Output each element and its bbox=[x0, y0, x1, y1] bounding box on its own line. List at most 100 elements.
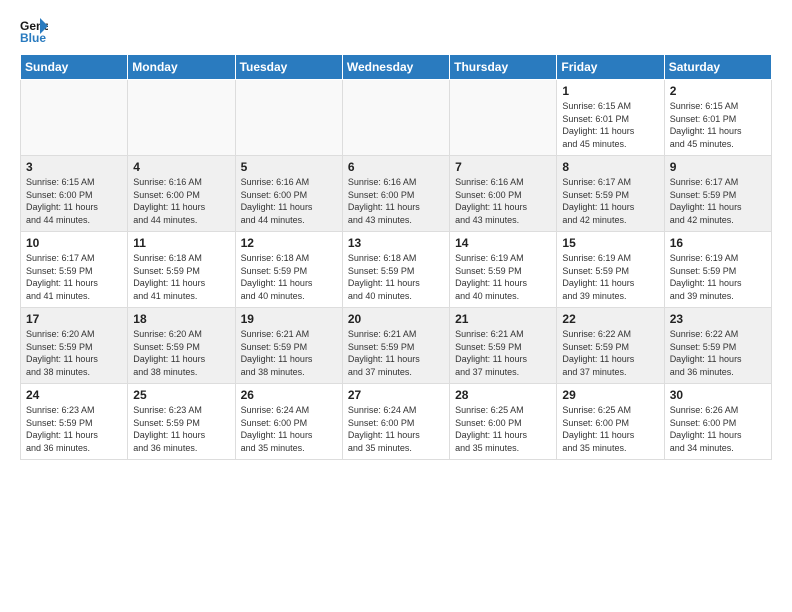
col-header-saturday: Saturday bbox=[664, 55, 771, 80]
day-info: Sunrise: 6:15 AM Sunset: 6:01 PM Dayligh… bbox=[562, 100, 658, 150]
day-cell: 10Sunrise: 6:17 AM Sunset: 5:59 PM Dayli… bbox=[21, 232, 128, 308]
calendar-header-row: SundayMondayTuesdayWednesdayThursdayFrid… bbox=[21, 55, 772, 80]
day-number: 8 bbox=[562, 160, 658, 174]
day-number: 20 bbox=[348, 312, 444, 326]
day-number: 23 bbox=[670, 312, 766, 326]
day-info: Sunrise: 6:17 AM Sunset: 5:59 PM Dayligh… bbox=[670, 176, 766, 226]
day-info: Sunrise: 6:23 AM Sunset: 5:59 PM Dayligh… bbox=[133, 404, 229, 454]
day-cell: 14 Sunrise: 6:19 AM Sunset: 5:59 PM Dayli… bbox=[450, 232, 557, 308]
day-cell: 23 Sunrise: 6:22 AM Sunset: 5:59 PM Dayli… bbox=[664, 308, 771, 384]
week-row-3: 10Sunrise: 6:17 AM Sunset: 5:59 PM Dayli… bbox=[21, 232, 772, 308]
week-row-5: 24 Sunrise: 6:23 AM Sunset: 5:59 PM Dayli… bbox=[21, 384, 772, 460]
day-cell: 9 Sunrise: 6:17 AM Sunset: 5:59 PM Daylig… bbox=[664, 156, 771, 232]
day-cell: 21Sunrise: 6:21 AM Sunset: 5:59 PM Dayli… bbox=[450, 308, 557, 384]
day-info: Sunrise: 6:18 AM Sunset: 5:59 PM Dayligh… bbox=[133, 252, 229, 302]
day-cell: 5 Sunrise: 6:16 AM Sunset: 6:00 PM Daylig… bbox=[235, 156, 342, 232]
week-row-1: 1 Sunrise: 6:15 AM Sunset: 6:01 PM Daylig… bbox=[21, 80, 772, 156]
day-info: Sunrise: 6:23 AM Sunset: 5:59 PM Dayligh… bbox=[26, 404, 122, 454]
col-header-thursday: Thursday bbox=[450, 55, 557, 80]
day-info: Sunrise: 6:26 AM Sunset: 6:00 PM Dayligh… bbox=[670, 404, 766, 454]
day-cell: 20 Sunrise: 6:21 AM Sunset: 5:59 PM Dayli… bbox=[342, 308, 449, 384]
day-number: 6 bbox=[348, 160, 444, 174]
week-row-4: 17 Sunrise: 6:20 AM Sunset: 5:59 PM Dayli… bbox=[21, 308, 772, 384]
day-cell: 27 Sunrise: 6:24 AM Sunset: 6:00 PM Dayli… bbox=[342, 384, 449, 460]
day-number: 17 bbox=[26, 312, 122, 326]
day-cell: 11 Sunrise: 6:18 AM Sunset: 5:59 PM Dayli… bbox=[128, 232, 235, 308]
header: General Blue bbox=[20, 16, 772, 44]
day-number: 9 bbox=[670, 160, 766, 174]
day-info: Sunrise: 6:24 AM Sunset: 6:00 PM Dayligh… bbox=[241, 404, 337, 454]
day-info: Sunrise: 6:21 AM Sunset: 5:59 PM Dayligh… bbox=[241, 328, 337, 378]
day-number: 16 bbox=[670, 236, 766, 250]
day-number: 26 bbox=[241, 388, 337, 402]
logo: General Blue bbox=[20, 16, 52, 44]
day-info: Sunrise: 6:25 AM Sunset: 6:00 PM Dayligh… bbox=[455, 404, 551, 454]
calendar-body: 1 Sunrise: 6:15 AM Sunset: 6:01 PM Daylig… bbox=[21, 80, 772, 460]
day-info: Sunrise: 6:16 AM Sunset: 6:00 PM Dayligh… bbox=[348, 176, 444, 226]
day-number: 15 bbox=[562, 236, 658, 250]
day-cell: 28 Sunrise: 6:25 AM Sunset: 6:00 PM Dayli… bbox=[450, 384, 557, 460]
day-cell: 22 Sunrise: 6:22 AM Sunset: 5:59 PM Dayli… bbox=[557, 308, 664, 384]
day-info: Sunrise: 6:21 AM Sunset: 5:59 PM Dayligh… bbox=[348, 328, 444, 378]
day-number: 27 bbox=[348, 388, 444, 402]
day-info: Sunrise: 6:24 AM Sunset: 6:00 PM Dayligh… bbox=[348, 404, 444, 454]
day-info: Sunrise: 6:18 AM Sunset: 5:59 PM Dayligh… bbox=[348, 252, 444, 302]
col-header-friday: Friday bbox=[557, 55, 664, 80]
calendar-table: SundayMondayTuesdayWednesdayThursdayFrid… bbox=[20, 54, 772, 460]
day-cell: 7 Sunrise: 6:16 AM Sunset: 6:00 PM Daylig… bbox=[450, 156, 557, 232]
day-cell bbox=[235, 80, 342, 156]
day-info: Sunrise: 6:21 AM Sunset: 5:59 PM Dayligh… bbox=[455, 328, 551, 378]
day-number: 14 bbox=[455, 236, 551, 250]
day-number: 18 bbox=[133, 312, 229, 326]
day-info: Sunrise: 6:22 AM Sunset: 5:59 PM Dayligh… bbox=[562, 328, 658, 378]
day-info: Sunrise: 6:19 AM Sunset: 5:59 PM Dayligh… bbox=[562, 252, 658, 302]
day-cell: 2 Sunrise: 6:15 AM Sunset: 6:01 PM Daylig… bbox=[664, 80, 771, 156]
day-number: 11 bbox=[133, 236, 229, 250]
day-cell: 25 Sunrise: 6:23 AM Sunset: 5:59 PM Dayli… bbox=[128, 384, 235, 460]
day-number: 5 bbox=[241, 160, 337, 174]
logo-icon: General Blue bbox=[20, 16, 48, 44]
day-info: Sunrise: 6:20 AM Sunset: 5:59 PM Dayligh… bbox=[133, 328, 229, 378]
col-header-monday: Monday bbox=[128, 55, 235, 80]
day-cell: 17 Sunrise: 6:20 AM Sunset: 5:59 PM Dayli… bbox=[21, 308, 128, 384]
day-number: 29 bbox=[562, 388, 658, 402]
day-number: 25 bbox=[133, 388, 229, 402]
day-cell: 4Sunrise: 6:16 AM Sunset: 6:00 PM Daylig… bbox=[128, 156, 235, 232]
day-info: Sunrise: 6:15 AM Sunset: 6:00 PM Dayligh… bbox=[26, 176, 122, 226]
day-number: 19 bbox=[241, 312, 337, 326]
day-info: Sunrise: 6:17 AM Sunset: 5:59 PM Dayligh… bbox=[562, 176, 658, 226]
day-number: 28 bbox=[455, 388, 551, 402]
day-info: Sunrise: 6:22 AM Sunset: 5:59 PM Dayligh… bbox=[670, 328, 766, 378]
day-info: Sunrise: 6:19 AM Sunset: 5:59 PM Dayligh… bbox=[455, 252, 551, 302]
page: General Blue SundayMondayTuesdayWednesda… bbox=[0, 0, 792, 472]
day-cell: 24 Sunrise: 6:23 AM Sunset: 5:59 PM Dayli… bbox=[21, 384, 128, 460]
day-number: 1 bbox=[562, 84, 658, 98]
day-info: Sunrise: 6:18 AM Sunset: 5:59 PM Dayligh… bbox=[241, 252, 337, 302]
day-cell: 12Sunrise: 6:18 AM Sunset: 5:59 PM Dayli… bbox=[235, 232, 342, 308]
day-number: 2 bbox=[670, 84, 766, 98]
week-row-2: 3Sunrise: 6:15 AM Sunset: 6:00 PM Daylig… bbox=[21, 156, 772, 232]
day-cell: 1 Sunrise: 6:15 AM Sunset: 6:01 PM Daylig… bbox=[557, 80, 664, 156]
col-header-wednesday: Wednesday bbox=[342, 55, 449, 80]
svg-text:Blue: Blue bbox=[20, 31, 46, 44]
day-cell bbox=[128, 80, 235, 156]
day-info: Sunrise: 6:16 AM Sunset: 6:00 PM Dayligh… bbox=[241, 176, 337, 226]
day-info: Sunrise: 6:15 AM Sunset: 6:01 PM Dayligh… bbox=[670, 100, 766, 150]
day-number: 10 bbox=[26, 236, 122, 250]
day-cell: 3Sunrise: 6:15 AM Sunset: 6:00 PM Daylig… bbox=[21, 156, 128, 232]
day-cell: 18 Sunrise: 6:20 AM Sunset: 5:59 PM Dayli… bbox=[128, 308, 235, 384]
day-cell bbox=[21, 80, 128, 156]
day-cell bbox=[342, 80, 449, 156]
day-number: 30 bbox=[670, 388, 766, 402]
day-cell bbox=[450, 80, 557, 156]
day-info: Sunrise: 6:20 AM Sunset: 5:59 PM Dayligh… bbox=[26, 328, 122, 378]
day-number: 22 bbox=[562, 312, 658, 326]
day-cell: 16Sunrise: 6:19 AM Sunset: 5:59 PM Dayli… bbox=[664, 232, 771, 308]
day-cell: 15 Sunrise: 6:19 AM Sunset: 5:59 PM Dayli… bbox=[557, 232, 664, 308]
day-cell: 13Sunrise: 6:18 AM Sunset: 5:59 PM Dayli… bbox=[342, 232, 449, 308]
day-info: Sunrise: 6:16 AM Sunset: 6:00 PM Dayligh… bbox=[455, 176, 551, 226]
day-cell: 30 Sunrise: 6:26 AM Sunset: 6:00 PM Dayli… bbox=[664, 384, 771, 460]
day-number: 24 bbox=[26, 388, 122, 402]
col-header-tuesday: Tuesday bbox=[235, 55, 342, 80]
day-number: 7 bbox=[455, 160, 551, 174]
